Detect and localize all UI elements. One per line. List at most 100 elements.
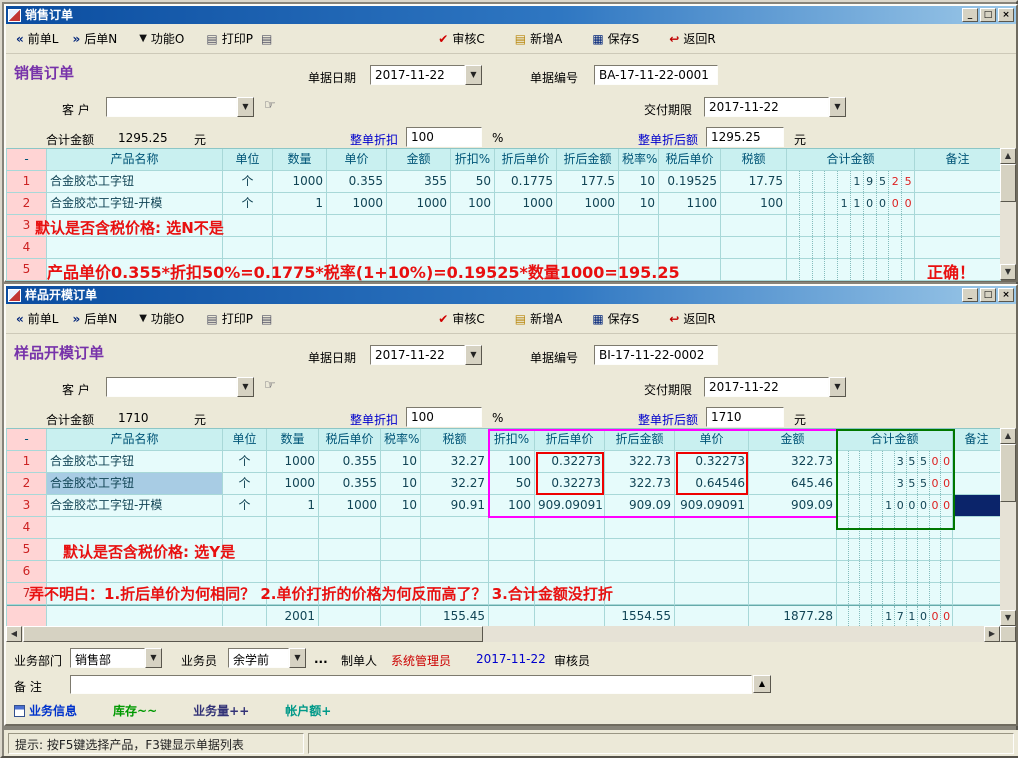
- cell-disc[interactable]: 100: [489, 495, 535, 517]
- cell-tax[interactable]: [421, 561, 489, 583]
- prev-doc-button[interactable]: «前单L: [12, 27, 62, 50]
- cell-note[interactable]: [915, 215, 1001, 237]
- cell-unit[interactable]: [223, 237, 273, 259]
- doc-no-field[interactable]: BA-17-11-22-0001: [594, 65, 718, 85]
- cell-total[interactable]: [787, 259, 915, 281]
- chevron-down-icon[interactable]: ▼: [829, 377, 846, 397]
- cell-disc_price[interactable]: [535, 605, 605, 627]
- back-button[interactable]: ↩返回R: [665, 307, 719, 330]
- cell-name[interactable]: [47, 561, 223, 583]
- cell-disc_amount[interactable]: [605, 561, 675, 583]
- cell-num[interactable]: 6: [7, 561, 47, 583]
- cell-disc_amount[interactable]: 322.73: [605, 451, 675, 473]
- discount-total-field[interactable]: 1710: [706, 407, 784, 427]
- footer-link[interactable]: 业务信息: [29, 704, 77, 718]
- cell-qty[interactable]: 1: [273, 193, 327, 215]
- scroll-down-button[interactable]: ▼: [1000, 264, 1016, 280]
- cell-num[interactable]: 2: [7, 193, 47, 215]
- cell-disc_amount[interactable]: [605, 517, 675, 539]
- cell-disc_amount[interactable]: 909.09: [605, 495, 675, 517]
- next-doc-button[interactable]: »后单N: [68, 27, 121, 50]
- cell-total[interactable]: [837, 517, 953, 539]
- cell-tax[interactable]: 100: [721, 193, 787, 215]
- cell-amount[interactable]: 322.73: [749, 451, 837, 473]
- cell-price[interactable]: [675, 605, 749, 627]
- maximize-button[interactable]: □: [980, 8, 996, 22]
- chevron-down-icon[interactable]: ▼: [829, 97, 846, 117]
- cell-name[interactable]: 合金胶芯工字钮: [47, 473, 223, 495]
- cell-price[interactable]: [675, 561, 749, 583]
- cell-tax_price[interactable]: [319, 561, 381, 583]
- cell-disc_amount[interactable]: [605, 539, 675, 561]
- cell-price[interactable]: 0.64546: [675, 473, 749, 495]
- more-button[interactable]: ...: [314, 652, 328, 666]
- scroll-up-button[interactable]: ▲: [1000, 428, 1016, 444]
- cell-note[interactable]: [915, 193, 1001, 215]
- cell-disc_amount[interactable]: [557, 237, 619, 259]
- note-expand-button[interactable]: ▲: [753, 675, 771, 693]
- cell-price[interactable]: [327, 215, 387, 237]
- cell-name[interactable]: 合金胶芯工字钮-开模: [47, 193, 223, 215]
- cell-num[interactable]: 2: [7, 473, 47, 495]
- cell-num[interactable]: 4: [7, 517, 47, 539]
- cell-tax_rate[interactable]: [381, 539, 421, 561]
- cell-tax_rate[interactable]: [381, 561, 421, 583]
- scroll-down-button[interactable]: ▼: [1000, 610, 1016, 626]
- cell-price[interactable]: [675, 583, 749, 605]
- cell-tax_rate[interactable]: [619, 215, 659, 237]
- cell-num[interactable]: [7, 605, 47, 627]
- table-row[interactable]: 6: [7, 561, 1000, 583]
- cell-disc_amount[interactable]: [557, 215, 619, 237]
- cell-unit[interactable]: [223, 605, 267, 627]
- cell-note[interactable]: [915, 171, 1001, 193]
- cell-tax_price[interactable]: 0.19525: [659, 171, 721, 193]
- cell-tax[interactable]: 90.91: [421, 495, 489, 517]
- cell-total[interactable]: 100000: [837, 495, 953, 517]
- doc-date-combo[interactable]: 2017-11-22 ▼: [370, 345, 482, 365]
- cell-unit[interactable]: [223, 215, 273, 237]
- cell-disc[interactable]: [451, 215, 495, 237]
- note-input[interactable]: [70, 675, 752, 694]
- cell-name[interactable]: [47, 237, 223, 259]
- cell-disc_amount[interactable]: 1554.55: [605, 605, 675, 627]
- doc-no-field[interactable]: BI-17-11-22-0002: [594, 345, 718, 365]
- cell-tax_price[interactable]: [659, 237, 721, 259]
- cell-tax[interactable]: [721, 259, 787, 281]
- cell-disc_price[interactable]: [535, 539, 605, 561]
- cell-tax_price[interactable]: 0.355: [319, 451, 381, 473]
- cell-disc_price[interactable]: [495, 237, 557, 259]
- add-button[interactable]: ▤新增A: [511, 307, 567, 330]
- vertical-scrollbar[interactable]: ▲ ▼: [1000, 428, 1016, 626]
- cell-amount[interactable]: 1877.28: [749, 605, 837, 627]
- cell-tax_price[interactable]: [319, 605, 381, 627]
- print-button[interactable]: ▤打印P: [202, 307, 257, 330]
- cell-num[interactable]: 5: [7, 259, 47, 281]
- cell-amount[interactable]: [387, 215, 451, 237]
- cell-price[interactable]: 1000: [327, 193, 387, 215]
- cell-price[interactable]: [675, 539, 749, 561]
- cell-tax_rate[interactable]: [381, 517, 421, 539]
- discount-field[interactable]: 100: [406, 127, 482, 147]
- print-preview-button[interactable]: ▤: [257, 310, 276, 328]
- cell-tax_price[interactable]: [319, 539, 381, 561]
- cell-qty[interactable]: 1000: [267, 473, 319, 495]
- table-row[interactable]: 3合金胶芯工字钮-开模个110001090.91100909.09091909.…: [7, 495, 1000, 517]
- cell-disc_price[interactable]: [535, 517, 605, 539]
- cell-note[interactable]: [953, 473, 1001, 495]
- save-button[interactable]: ▦保存S: [588, 307, 643, 330]
- cell-unit[interactable]: 个: [223, 171, 273, 193]
- hand-pointer-icon[interactable]: ☞: [264, 378, 276, 393]
- cell-price[interactable]: [327, 237, 387, 259]
- cell-total[interactable]: [837, 539, 953, 561]
- cell-tax_rate[interactable]: 10: [381, 495, 421, 517]
- scroll-thumb[interactable]: [1000, 444, 1016, 502]
- deadline-combo[interactable]: 2017-11-22 ▼: [704, 97, 846, 117]
- cell-tax[interactable]: 155.45: [421, 605, 489, 627]
- cell-tax_rate[interactable]: 10: [381, 451, 421, 473]
- chevron-down-icon[interactable]: ▼: [145, 648, 162, 668]
- cell-tax_price[interactable]: 0.355: [319, 473, 381, 495]
- cell-disc_price[interactable]: 0.32273: [535, 451, 605, 473]
- cell-unit[interactable]: [223, 517, 267, 539]
- cell-tax_rate[interactable]: 10: [619, 171, 659, 193]
- close-button[interactable]: ×: [998, 288, 1014, 302]
